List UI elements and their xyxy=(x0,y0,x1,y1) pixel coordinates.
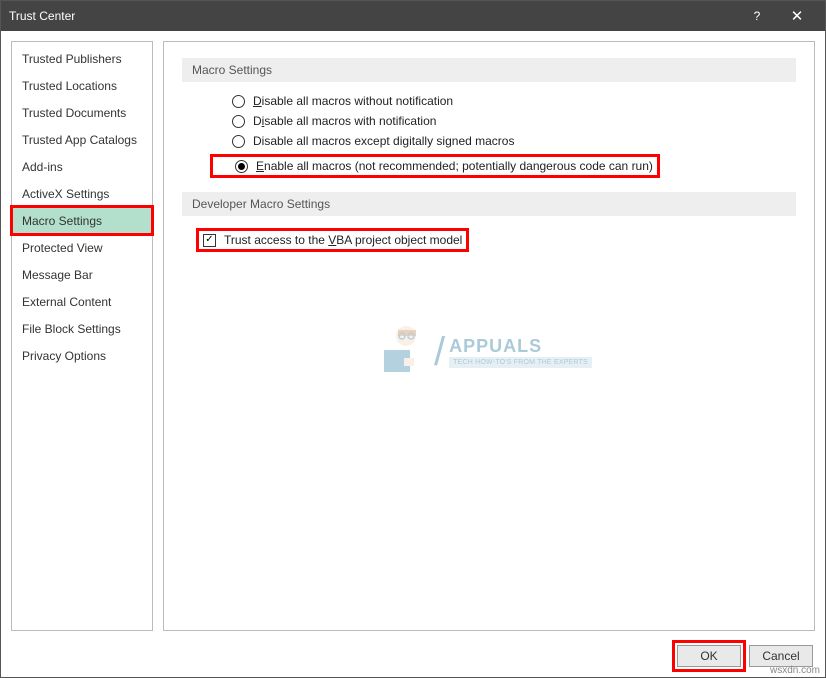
radio-disable-except-signed[interactable]: Disable all macros except digitally sign… xyxy=(232,134,796,148)
sidebar-item-macro-settings[interactable]: Macro Settings xyxy=(12,207,152,234)
watermark-brand: APPUALS xyxy=(449,336,592,357)
checkbox-trust-vba-highlighted: ✓ Trust access to the VBA project object… xyxy=(196,228,469,252)
radio-label: Disable all macros without notification xyxy=(253,94,453,108)
close-button[interactable]: ✕ xyxy=(777,1,817,31)
radio-label: Disable all macros with notification xyxy=(253,114,436,128)
macro-settings-radio-group: Disable all macros without notification … xyxy=(182,94,796,178)
section-header-developer-macro-settings: Developer Macro Settings xyxy=(182,192,796,216)
watermark: / APPUALS TECH HOW-TO'S FROM THE EXPERTS xyxy=(374,322,592,382)
sidebar-item-external-content[interactable]: External Content xyxy=(12,288,152,315)
radio-icon xyxy=(232,95,245,108)
watermark-figure-icon xyxy=(374,322,430,382)
ok-button[interactable]: OK xyxy=(677,645,741,667)
sidebar-item-add-ins[interactable]: Add-ins xyxy=(12,153,152,180)
dialog-body: Trusted Publishers Trusted Locations Tru… xyxy=(1,31,825,635)
radio-label[interactable]: Enable all macros (not recommended; pote… xyxy=(256,159,653,173)
radio-label: Disable all macros except digitally sign… xyxy=(253,134,514,148)
main-panel: Macro Settings Disable all macros withou… xyxy=(163,41,815,631)
close-icon: ✕ xyxy=(791,7,804,25)
sidebar-item-trusted-publishers[interactable]: Trusted Publishers xyxy=(12,45,152,72)
checkbox-label[interactable]: Trust access to the VBA project object m… xyxy=(224,233,462,247)
sidebar-item-file-block-settings[interactable]: File Block Settings xyxy=(12,315,152,342)
sidebar-item-protected-view[interactable]: Protected View xyxy=(12,234,152,261)
radio-icon[interactable] xyxy=(235,160,248,173)
trust-center-dialog: Trust Center ? ✕ Trusted Publishers Trus… xyxy=(0,0,826,678)
watermark-text: APPUALS TECH HOW-TO'S FROM THE EXPERTS xyxy=(449,336,592,368)
attribution-text: wsxdn.com xyxy=(770,665,820,676)
radio-enable-all-highlighted: Enable all macros (not recommended; pote… xyxy=(210,154,660,178)
radio-disable-no-notification[interactable]: Disable all macros without notification xyxy=(232,94,796,108)
radio-icon xyxy=(232,135,245,148)
sidebar-item-trusted-app-catalogs[interactable]: Trusted App Catalogs xyxy=(12,126,152,153)
titlebar: Trust Center ? ✕ xyxy=(1,1,825,31)
window-title: Trust Center xyxy=(9,9,737,23)
section-header-macro-settings: Macro Settings xyxy=(182,58,796,82)
sidebar-item-activex-settings[interactable]: ActiveX Settings xyxy=(12,180,152,207)
watermark-slash-icon: / xyxy=(434,330,445,375)
help-button[interactable]: ? xyxy=(737,1,777,31)
cancel-button[interactable]: Cancel xyxy=(749,645,813,667)
sidebar-item-trusted-documents[interactable]: Trusted Documents xyxy=(12,99,152,126)
radio-disable-with-notification[interactable]: Disable all macros with notification xyxy=(232,114,796,128)
sidebar-item-privacy-options[interactable]: Privacy Options xyxy=(12,342,152,369)
sidebar: Trusted Publishers Trusted Locations Tru… xyxy=(11,41,153,631)
sidebar-item-message-bar[interactable]: Message Bar xyxy=(12,261,152,288)
watermark-tagline: TECH HOW-TO'S FROM THE EXPERTS xyxy=(449,357,592,368)
checkbox-icon[interactable]: ✓ xyxy=(203,234,216,247)
sidebar-item-trusted-locations[interactable]: Trusted Locations xyxy=(12,72,152,99)
dialog-footer: OK Cancel xyxy=(1,635,825,677)
radio-icon xyxy=(232,115,245,128)
